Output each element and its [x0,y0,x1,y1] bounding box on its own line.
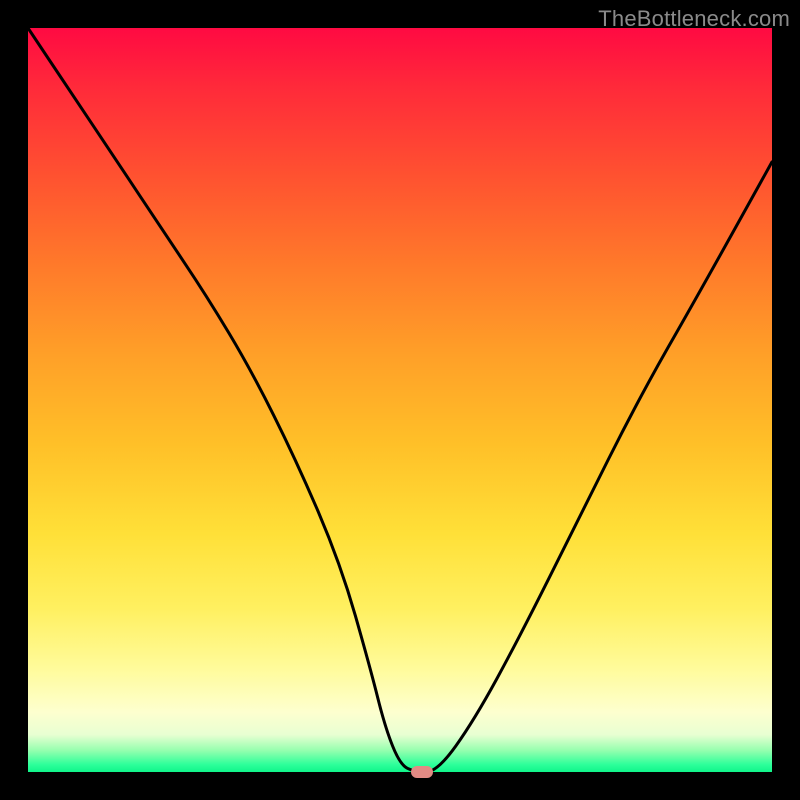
plot-area [28,28,772,772]
chart-frame: TheBottleneck.com [0,0,800,800]
optimal-marker [411,766,433,778]
watermark-text: TheBottleneck.com [598,6,790,32]
curve-path [28,28,772,772]
bottleneck-curve [28,28,772,772]
